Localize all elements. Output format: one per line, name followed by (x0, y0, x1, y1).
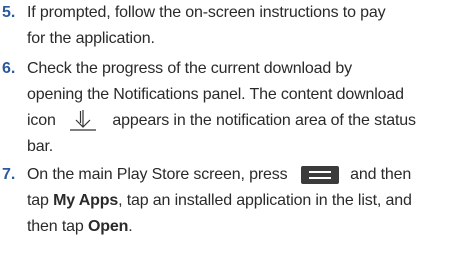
my-apps-label: My Apps (53, 192, 119, 209)
step-text-prefix: icon (27, 112, 56, 130)
step-line: If prompted, follow the on-screen instru… (27, 4, 386, 21)
step-line-with-icon: icon appears in the notification area of… (27, 108, 471, 134)
step-number: 6. (2, 60, 16, 77)
step-line: tap My Apps, tap an installed applicatio… (27, 188, 471, 214)
step-text-suffix: appears in the notification area of the … (112, 112, 416, 130)
text-segment: tap (27, 192, 49, 209)
step-text: On the main Play Store screen, press and… (27, 162, 471, 240)
text-segment: , tap an installed application in the li… (118, 192, 412, 209)
step-line: opening the Notifications panel. The con… (27, 86, 404, 103)
step-number: 7. (2, 166, 16, 183)
step-line-with-icon: On the main Play Store screen, press and… (27, 162, 471, 188)
step-text-prefix: On the main Play Store screen, press (27, 166, 288, 183)
step-line: Check the progress of the current downlo… (27, 60, 352, 77)
open-label: Open (87, 218, 129, 235)
step-line: for the application. (27, 30, 155, 47)
step-text-suffix: and then (350, 166, 412, 183)
menu-icon (300, 165, 340, 185)
step-line: bar. (27, 138, 54, 156)
step-text: Check the progress of the current downlo… (27, 56, 471, 160)
step-number: 5. (2, 4, 16, 21)
text-segment: . (128, 218, 133, 235)
step-text: If prompted, follow the on-screen instru… (27, 0, 471, 52)
text-segment: then tap (27, 218, 84, 235)
download-icon (66, 108, 100, 134)
step-line: then tap Open. (27, 214, 471, 240)
manual-page: 5. If prompted, follow the on-screen ins… (0, 0, 473, 266)
